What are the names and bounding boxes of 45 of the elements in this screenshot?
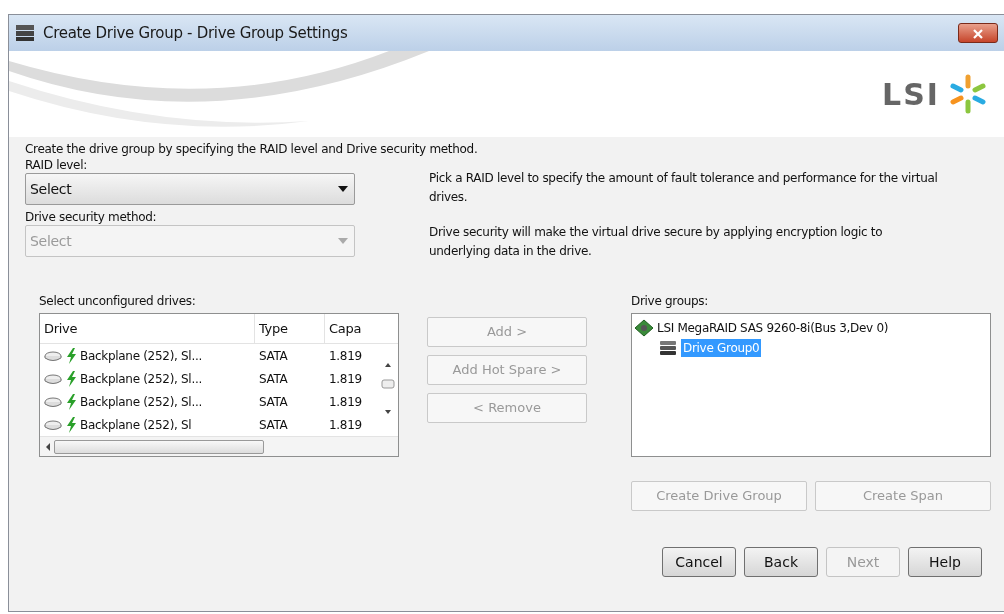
table-cell-text: 1.819 xyxy=(328,347,363,365)
dropdown[interactable]: Select xyxy=(25,173,355,205)
dialog-button[interactable]: Cancel xyxy=(662,547,736,577)
table-cell-text: SATA xyxy=(258,370,289,388)
logo-icon xyxy=(948,74,988,114)
left-arrow-icon[interactable] xyxy=(44,441,52,452)
lightning-icon xyxy=(64,415,78,434)
hint-text: Drive security will make the virtual drive secure by applying encryption logic to underlying data in the drive. xyxy=(429,224,884,260)
dialog-button[interactable]: Back xyxy=(744,547,818,577)
table-cell-text: 1.819 xyxy=(328,393,363,411)
drive-group-tree[interactable]: LSI MegaRAID SAS 9260-8i(Bus 3,Dev 0) Drive Group0 xyxy=(631,313,991,457)
logo-text: LSI xyxy=(882,75,940,114)
intro-text: Create the drive group by specifying the RAID level and Drive security method. xyxy=(25,141,479,157)
hint-text: Pick a RAID level to specify the amount of fault tolerance and performance for the virtual drives. xyxy=(429,170,939,206)
table-cell-text: Backplane (252), Sl... xyxy=(80,393,202,411)
close-button[interactable] xyxy=(958,23,998,43)
window-title: Create Drive Group - Drive Group Settings xyxy=(43,22,348,44)
table-cell-text: Backplane (252), Sl... xyxy=(80,347,202,365)
controller-icon xyxy=(634,319,654,337)
close-icon xyxy=(973,28,983,39)
field-label: Drive security method: xyxy=(25,209,158,225)
table-cell-text: 1.819 xyxy=(328,370,363,388)
server-icon xyxy=(15,24,35,42)
table-cell-text: SATA xyxy=(258,416,289,434)
lightning-icon xyxy=(64,369,78,388)
lightning-icon xyxy=(64,346,78,365)
table-cell-text: Backplane (252), Sl xyxy=(80,416,192,434)
column-header[interactable]: Type xyxy=(255,314,325,343)
tree-item[interactable]: LSI MegaRAID SAS 9260-8i(Bus 3,Dev 0) xyxy=(657,319,889,337)
dialog-button[interactable]: Help xyxy=(908,547,982,577)
drive-stack-icon xyxy=(658,339,678,357)
drive-list[interactable]: Drive Type Capa Backplane (252), Sl... SATA 1.819 Backplane (252), Sl... SATA 1.819 Backplane (252), Sl... SATA 1.819 Backplane (252), Sl SATA 1.819 xyxy=(39,313,399,457)
field-label: RAID level: xyxy=(25,157,88,173)
caret-icon xyxy=(338,186,348,192)
caret-icon xyxy=(338,238,348,244)
table-cell-text: 1.819 xyxy=(328,416,363,434)
horizontal-scrollbar[interactable] xyxy=(40,436,398,456)
table-cell-text: SATA xyxy=(258,393,289,411)
table-cell-text: Backplane (252), Sl... xyxy=(80,370,202,388)
list-label: Select unconfigured drives: xyxy=(39,293,197,309)
column-header[interactable]: Capa xyxy=(325,314,381,343)
column-header[interactable]: Drive xyxy=(40,314,255,343)
tree-label: Drive groups: xyxy=(631,293,710,309)
table-cell-text: SATA xyxy=(258,347,289,365)
lightning-icon xyxy=(64,392,78,411)
